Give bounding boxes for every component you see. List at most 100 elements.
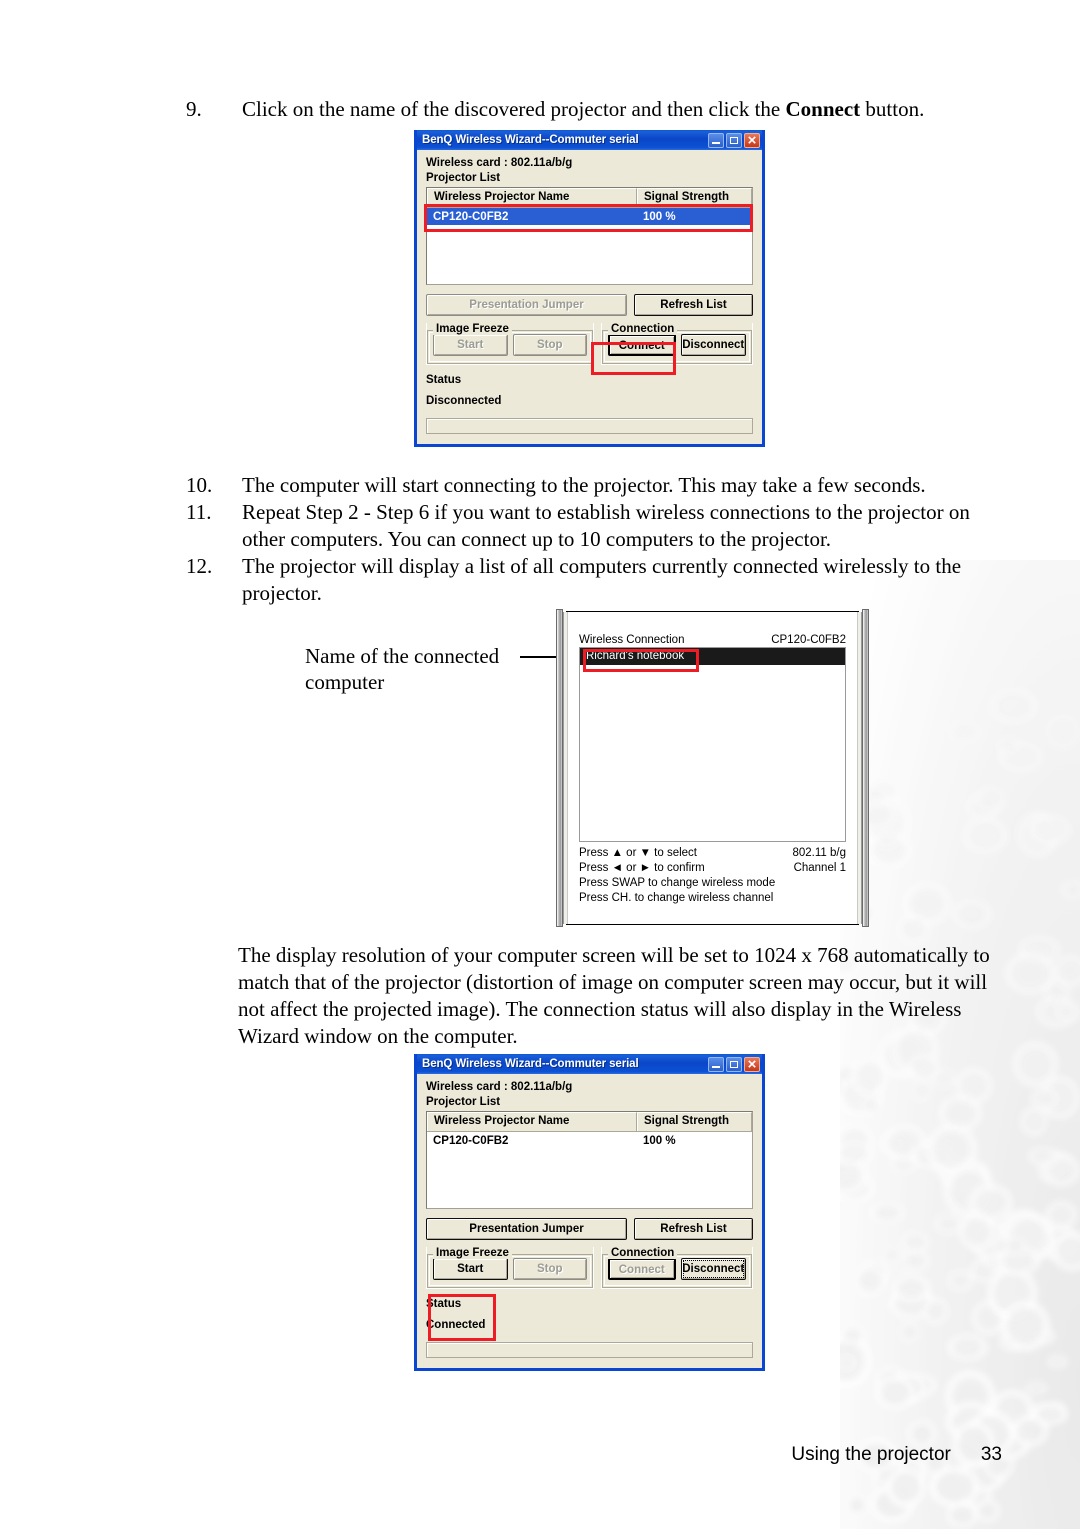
page-number: 33	[980, 1444, 1002, 1465]
step-number: 11.	[186, 500, 212, 524]
step-item-9: 9. Click on the name of the discovered p…	[186, 96, 986, 123]
start-button[interactable]: Start	[433, 334, 508, 356]
step-number: 12.	[186, 554, 213, 578]
disconnect-button[interactable]: Disconnect	[680, 1258, 746, 1280]
list-item: Richard's notebook	[580, 648, 845, 665]
osd-hint-row: Press SWAP to change wireless mode	[579, 876, 846, 891]
image-freeze-legend: Image Freeze	[433, 1247, 512, 1259]
step-text: The projector will display a list of all…	[242, 554, 962, 605]
projector-list[interactable]: Wireless Projector Name Signal Strength …	[426, 1111, 753, 1209]
projector-list-label: Projector List	[426, 172, 501, 184]
step-text-part1: Click on the name of the discovered proj…	[242, 97, 786, 121]
list-header: Wireless Projector Name Signal Strength	[427, 188, 752, 208]
connect-keyword: Connect	[785, 97, 861, 121]
column-header-signal[interactable]: Signal Strength	[637, 188, 752, 207]
projector-list-label: Projector List	[426, 1096, 501, 1108]
status-value: Connected	[426, 1319, 486, 1331]
status-value: Disconnected	[426, 395, 502, 407]
connection-legend: Connection	[608, 323, 678, 335]
stop-button[interactable]: Stop	[512, 1258, 587, 1280]
osd-hint-text: Press SWAP to change wireless mode	[579, 877, 776, 889]
window-controls	[708, 1055, 760, 1075]
connect-button[interactable]: Connect	[608, 1258, 676, 1280]
footer-label: Using the projector	[791, 1444, 951, 1465]
status-label: Status	[426, 1298, 462, 1310]
osd-computer-list: Richard's notebook	[579, 647, 846, 842]
stop-button[interactable]: Stop	[512, 334, 587, 356]
step-text: Click on the name of the discovered proj…	[242, 96, 924, 123]
close-icon[interactable]	[744, 131, 760, 151]
connect-button[interactable]: Connect	[608, 334, 676, 356]
close-icon[interactable]	[744, 1055, 760, 1075]
column-header-name[interactable]: Wireless Projector Name	[427, 1112, 637, 1131]
disconnect-button[interactable]: Disconnect	[680, 334, 746, 356]
step-item-12: 12. The projector will display a list of…	[186, 553, 986, 607]
refresh-list-button[interactable]: Refresh List	[634, 294, 753, 316]
table-row[interactable]: CP120-C0FB2 100 %	[427, 208, 752, 225]
osd-hint-text: Press ▲ or ▼ to select	[579, 847, 697, 859]
cell-signal-strength: 100 %	[643, 1134, 676, 1147]
step-number: 10.	[186, 473, 213, 497]
page-footer: Using the projector 33	[0, 1444, 1080, 1466]
table-row[interactable]: CP120-C0FB2 100 %	[427, 1132, 752, 1149]
wireless-card-label: Wireless card : 802.11a/b/g	[426, 157, 573, 169]
osd-hint-row: Press CH. to change wireless channel	[579, 891, 846, 906]
osd-header: Wireless Connection CP120-C0FB2	[579, 634, 846, 646]
projector-screen: Wireless Connection CP120-C0FB2 Richard'…	[563, 611, 862, 925]
body-paragraph: The display resolution of your computer …	[238, 943, 990, 1048]
maximize-icon[interactable]	[726, 1056, 742, 1072]
callout-label: Name of the connected computer	[305, 643, 520, 695]
group-row: Image Freeze Start Stop Connection Conne…	[426, 323, 753, 365]
projector-list[interactable]: Wireless Projector Name Signal Strength …	[426, 187, 753, 285]
cell-signal-strength: 100 %	[643, 210, 676, 223]
dialog-body: Wireless card : 802.11a/b/g Projector Li…	[417, 150, 762, 444]
start-button[interactable]: Start	[433, 1258, 508, 1280]
maximize-icon[interactable]	[726, 132, 742, 148]
wireless-wizard-dialog-disconnected[interactable]: BenQ Wireless Wizard--Commuter serial Wi…	[414, 130, 765, 447]
osd-header-left: Wireless Connection	[579, 634, 685, 646]
wireless-wizard-dialog-connected[interactable]: BenQ Wireless Wizard--Commuter serial Wi…	[414, 1054, 765, 1371]
osd-channel: Channel 1	[793, 862, 846, 874]
image-freeze-legend: Image Freeze	[433, 323, 512, 335]
wireless-card-label: Wireless card : 802.11a/b/g	[426, 1081, 573, 1093]
window-title: BenQ Wireless Wizard--Commuter serial	[422, 134, 639, 146]
titlebar[interactable]: BenQ Wireless Wizard--Commuter serial	[417, 1054, 762, 1075]
minimize-icon[interactable]	[708, 132, 724, 148]
status-label: Status	[426, 374, 462, 386]
window-controls	[708, 131, 760, 151]
cell-projector-name: CP120-C0FB2	[433, 210, 509, 223]
image-freeze-group: Image Freeze Start Stop	[426, 323, 594, 365]
cell-projector-name: CP120-C0FB2	[433, 1134, 509, 1147]
step-number: 9.	[186, 97, 202, 121]
step-item-10: 10. The computer will start connecting t…	[186, 472, 986, 499]
osd-header-right: CP120-C0FB2	[771, 634, 846, 646]
action-button-row: Presentation Jumper Refresh List	[426, 294, 753, 316]
osd-wireless-mode: 802.11 b/g	[792, 847, 846, 859]
status-bar	[426, 418, 753, 434]
action-button-row: Presentation Jumper Refresh List	[426, 1218, 753, 1240]
presentation-jumper-button[interactable]: Presentation Jumper	[426, 294, 627, 316]
presentation-jumper-button[interactable]: Presentation Jumper	[426, 1218, 627, 1240]
column-header-signal[interactable]: Signal Strength	[637, 1112, 752, 1131]
window-title: BenQ Wireless Wizard--Commuter serial	[422, 1058, 639, 1070]
osd-hint-text: Press ◄ or ► to confirm	[579, 862, 705, 874]
titlebar[interactable]: BenQ Wireless Wizard--Commuter serial	[417, 130, 762, 151]
osd-content: Wireless Connection CP120-C0FB2 Richard'…	[567, 612, 858, 924]
osd-hint-row: Press ◄ or ► to confirm Channel 1	[579, 861, 846, 876]
projector-screen-illustration: Wireless Connection CP120-C0FB2 Richard'…	[556, 609, 869, 927]
connection-group: Connection Connect Disconnect	[601, 1247, 753, 1289]
connection-group: Connection Connect Disconnect	[601, 323, 753, 365]
callout-line-1: Name of the connected	[305, 644, 500, 668]
osd-hint-text: Press CH. to change wireless channel	[579, 892, 774, 904]
refresh-list-button[interactable]: Refresh List	[634, 1218, 753, 1240]
minimize-icon[interactable]	[708, 1056, 724, 1072]
callout-line-2: computer	[305, 670, 385, 694]
step-text-part2: button.	[860, 97, 925, 121]
step-text: Repeat Step 2 - Step 6 if you want to es…	[242, 500, 970, 551]
projector-bezel-left	[556, 609, 563, 927]
column-header-name[interactable]: Wireless Projector Name	[427, 188, 637, 207]
group-row: Image Freeze Start Stop Connection Conne…	[426, 1247, 753, 1289]
osd-hint-row: Press ▲ or ▼ to select 802.11 b/g	[579, 846, 846, 861]
image-freeze-group: Image Freeze Start Stop	[426, 1247, 594, 1289]
list-header: Wireless Projector Name Signal Strength	[427, 1112, 752, 1132]
